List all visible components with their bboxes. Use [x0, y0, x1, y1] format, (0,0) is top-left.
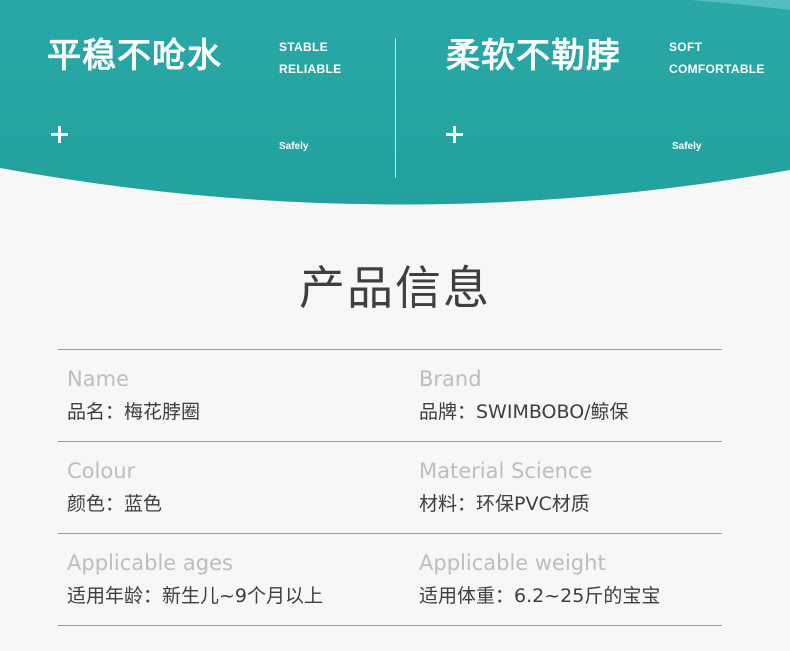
feature-english-caption: SOFT COMFORTABLE — [669, 36, 765, 80]
info-label-en: Brand — [419, 367, 482, 391]
info-label-en: Name — [67, 367, 129, 391]
feature-banner: 平稳不呛水 STABLE RELIABLE Safely 柔软不勒脖 SOFT … — [0, 0, 790, 215]
info-value-zh: 适用体重：6.2~25斤的宝宝 — [419, 585, 661, 607]
info-cell-ages: Applicable ages 适用年龄：新生儿~9个月以上 — [67, 534, 397, 625]
feature-title: 柔软不勒脖 — [446, 36, 621, 76]
info-label-en: Applicable weight — [419, 551, 606, 575]
feature-soft: 柔软不勒脖 SOFT COMFORTABLE Safely — [398, 0, 790, 200]
feature-stable: 平稳不呛水 STABLE RELIABLE Safely — [0, 0, 395, 200]
table-row: Applicable ages 适用年龄：新生儿~9个月以上 Applicabl… — [58, 534, 722, 625]
product-info-table: Name 品名：梅花脖圈 Brand 品牌：SWIMBOBO/鲸保 Colour… — [58, 349, 722, 626]
table-rule — [58, 625, 722, 626]
feature-en-line1: STABLE — [279, 40, 328, 54]
feature-en-line2: COMFORTABLE — [669, 62, 765, 76]
info-label-en: Colour — [67, 459, 136, 483]
info-label-en: Applicable ages — [67, 551, 233, 575]
table-row: Colour 颜色：蓝色 Material Science 材料：环保PVC材质 — [58, 442, 722, 533]
info-value-zh: 材料：环保PVC材质 — [419, 493, 590, 515]
info-value-zh: 品名：梅花脖圈 — [67, 401, 201, 423]
feature-en-line2: RELIABLE — [279, 62, 342, 76]
product-info-page: 平稳不呛水 STABLE RELIABLE Safely 柔软不勒脖 SOFT … — [0, 0, 790, 651]
info-cell-colour: Colour 颜色：蓝色 — [67, 442, 397, 533]
info-label-en: Material Science — [419, 459, 593, 483]
table-row: Name 品名：梅花脖圈 Brand 品牌：SWIMBOBO/鲸保 — [58, 350, 722, 441]
plus-icon — [50, 125, 70, 145]
section-title: 产品信息 — [299, 261, 491, 315]
info-cell-name: Name 品名：梅花脖圈 — [67, 350, 397, 441]
plus-icon — [445, 125, 465, 145]
info-value-zh: 适用年龄：新生儿~9个月以上 — [67, 585, 324, 607]
feature-tag: Safely — [672, 141, 702, 152]
banner-divider — [395, 38, 396, 178]
info-cell-weight: Applicable weight 适用体重：6.2~25斤的宝宝 — [419, 534, 719, 625]
feature-english-caption: STABLE RELIABLE — [279, 36, 341, 80]
feature-title: 平稳不呛水 — [47, 36, 222, 76]
info-cell-brand: Brand 品牌：SWIMBOBO/鲸保 — [419, 350, 719, 441]
feature-en-line1: SOFT — [669, 40, 703, 54]
feature-tag: Safely — [279, 141, 309, 152]
info-cell-material: Material Science 材料：环保PVC材质 — [419, 442, 719, 533]
info-value-zh: 颜色：蓝色 — [67, 493, 163, 515]
info-value-zh: 品牌：SWIMBOBO/鲸保 — [419, 401, 629, 423]
